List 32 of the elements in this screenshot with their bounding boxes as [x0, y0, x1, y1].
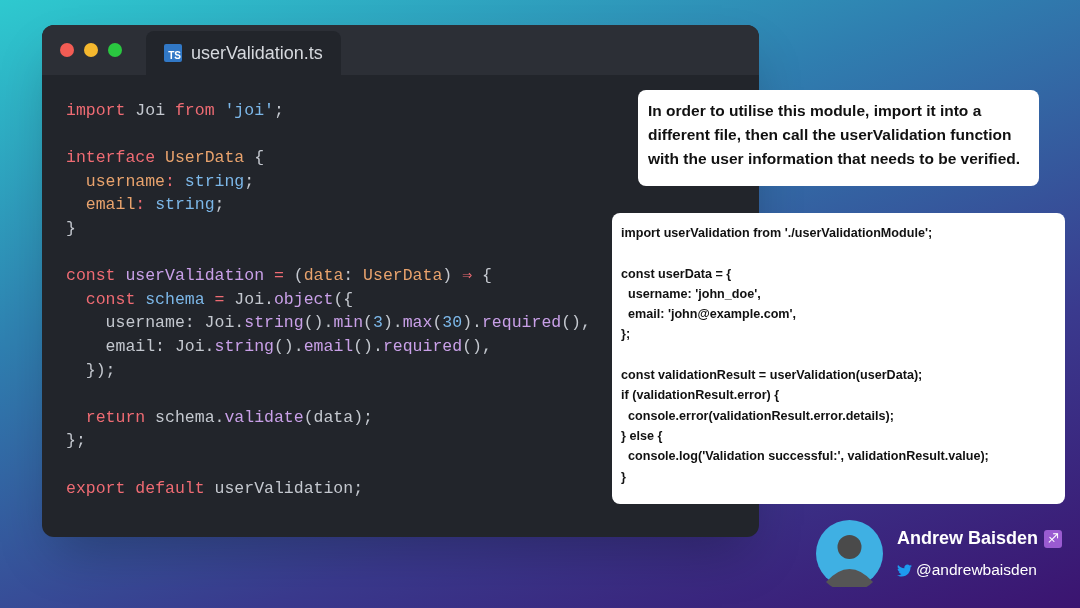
code-line: import userValidation from './userValidationModule';: [621, 225, 933, 242]
code-line: email: 'john@example.com',: [627, 306, 797, 324]
code-line: };: [66, 430, 86, 453]
avatar: [816, 520, 883, 587]
code-line: import Joi from 'joi';: [66, 100, 284, 122]
typescript-icon: TS: [164, 44, 182, 62]
code-line: email: Joi.string().email().required(),: [104, 335, 492, 358]
code-line: console.log('Validation successful:', validationResult.value);: [627, 448, 989, 466]
code-line: username: 'john_doe',: [627, 285, 761, 303]
code-line: export default userValidation;: [66, 477, 364, 500]
code-line: username: string;: [84, 170, 255, 193]
code-line: console.error(validationResult.error.details);: [627, 407, 894, 425]
code-line: const validationResult = userValidation(userData);: [621, 367, 923, 385]
code-line: const userData = {: [621, 265, 732, 283]
code-line: }: [66, 217, 76, 240]
file-tab[interactable]: TS userValidation.ts: [146, 31, 341, 75]
note-text: In order to utilise this module, import it into a different file, then call the userValidation function with the user information that needs to be verified.: [648, 101, 1022, 169]
code-line: interface UserData {: [66, 147, 265, 170]
code-line: username: Joi.string().min(3).max(30).required(),: [104, 312, 591, 335]
code-line: if (validationResult.error) {: [621, 387, 780, 405]
code-line: } else {: [621, 427, 663, 445]
sagittarius-badge: ♐: [1044, 529, 1063, 548]
code-line: return schema.validate(data);: [84, 406, 373, 429]
code-line: };: [621, 326, 631, 344]
author-name: Andrew Baisden: [897, 527, 1039, 551]
code-line: email: string;: [84, 194, 225, 217]
code-line: }: [621, 468, 626, 486]
code-line: });: [84, 359, 116, 382]
bird-icon: [897, 562, 912, 578]
code-line: const schema = Joi.object({: [84, 288, 354, 311]
code-line: const userValidation = (data: UserData) ⇒ {: [66, 265, 492, 288]
author-handle: @andrewbaisden: [916, 560, 1037, 581]
